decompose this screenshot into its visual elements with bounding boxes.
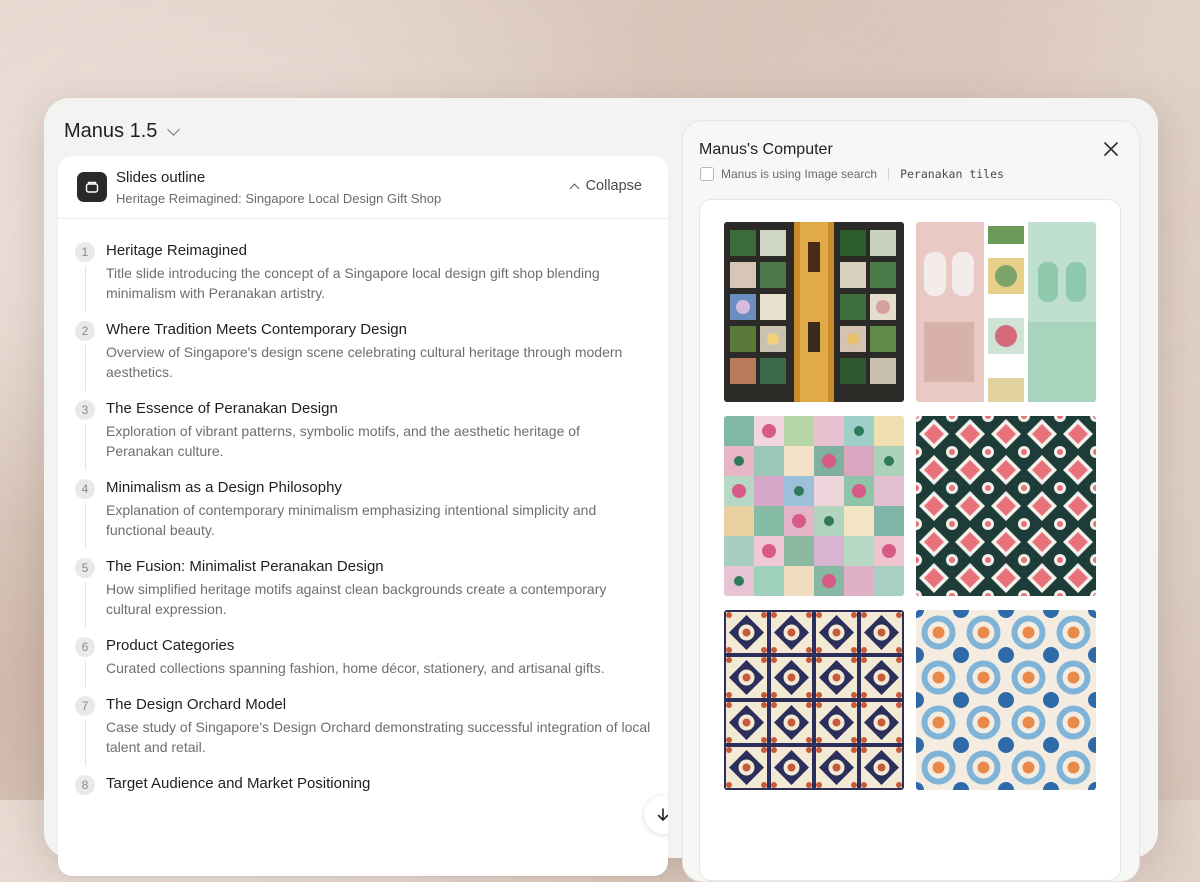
item-number: 1 <box>75 242 95 262</box>
arrow-down-icon <box>657 808 668 821</box>
item-number: 8 <box>75 775 95 795</box>
item-title: Product Categories <box>106 637 235 654</box>
status-text: Manus is using Image search <box>721 167 878 181</box>
status-row: Manus is using Image search Peranakan ti… <box>700 167 1004 181</box>
timeline-rail <box>84 266 86 312</box>
item-number: 6 <box>75 637 95 657</box>
item-description: Case study of Singapore's Design Orchard… <box>106 719 651 755</box>
chevron-down-icon <box>167 123 181 136</box>
computer-title: Manus's Computer <box>699 141 833 158</box>
app-window: Manus 1.5 Slides outline Heritage Reimag… <box>44 98 1158 882</box>
scroll-down-button[interactable] <box>644 796 668 834</box>
image-result-coral-green-pattern[interactable] <box>916 416 1096 596</box>
image-result-floral-tile-collage[interactable] <box>724 416 904 596</box>
collapse-label: Collapse <box>585 178 642 194</box>
item-title: Where Tradition Meets Contemporary Desig… <box>106 321 407 338</box>
item-number: 4 <box>75 479 95 499</box>
item-number: 2 <box>75 321 95 341</box>
item-title: The Design Orchard Model <box>106 696 287 713</box>
outline-title: Slides outline <box>116 169 206 186</box>
divider <box>888 168 890 180</box>
search-query: Peranakan tiles <box>900 167 1004 181</box>
slides-outline-card: Slides outline Heritage Reimagined: Sing… <box>58 156 668 876</box>
timeline-rail <box>84 503 86 549</box>
timeline-rail <box>84 720 86 766</box>
layers-icon <box>77 172 107 202</box>
image-results-grid <box>699 199 1121 881</box>
status-indicator-icon <box>700 167 714 181</box>
item-description: Curated collections spanning fashion, ho… <box>106 660 605 676</box>
model-name: Manus 1.5 <box>64 120 158 142</box>
chevron-up-icon <box>569 183 580 193</box>
item-title: Minimalism as a Design Philosophy <box>106 479 342 496</box>
item-title: The Essence of Peranakan Design <box>106 400 338 417</box>
timeline-rail <box>84 424 86 470</box>
outline-header: Slides outline Heritage Reimagined: Sing… <box>58 156 668 219</box>
computer-panel: Manus's Computer Manus is using Image se… <box>682 120 1140 882</box>
outline-subtitle: Heritage Reimagined: Singapore Local Des… <box>116 191 442 206</box>
item-number: 5 <box>75 558 95 578</box>
timeline-rail <box>84 582 86 628</box>
image-result-shophouse-facade[interactable] <box>916 222 1096 402</box>
item-description: Title slide introducing the concept of a… <box>106 265 600 301</box>
item-number: 7 <box>75 696 95 716</box>
item-description: How simplified heritage motifs against c… <box>106 581 607 617</box>
collapse-button[interactable]: Collapse <box>569 178 642 194</box>
image-result-blue-orange-tiles[interactable] <box>916 610 1096 790</box>
item-number: 3 <box>75 400 95 420</box>
item-description: Exploration of vibrant patterns, symboli… <box>106 423 580 459</box>
timeline-rail <box>84 661 86 687</box>
item-title: The Fusion: Minimalist Peranakan Design <box>106 558 384 575</box>
item-description: Explanation of contemporary minimalism e… <box>106 502 597 538</box>
timeline-rail <box>84 345 86 391</box>
model-selector[interactable]: Manus 1.5 <box>64 120 181 143</box>
image-result-navy-cream-tiles[interactable] <box>724 610 904 790</box>
close-icon[interactable] <box>1101 139 1121 159</box>
item-description: Overview of Singapore's design scene cel… <box>106 344 623 380</box>
image-result-tile-panels-shop[interactable] <box>724 222 904 402</box>
item-title: Heritage Reimagined <box>106 242 247 259</box>
item-title: Target Audience and Market Positioning <box>106 775 371 792</box>
